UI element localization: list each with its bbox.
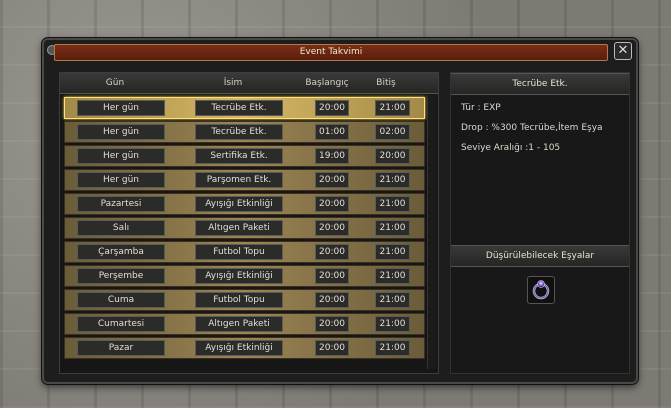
event-name: Ayışığı Etkinliği <box>195 268 283 284</box>
event-start: 20:00 <box>315 172 349 188</box>
header-day: Gün <box>105 78 125 88</box>
drops-header: Düşürülebilecek Eşyalar <box>451 245 629 267</box>
list-header: Gün İsim Başlangıç Bitiş <box>60 73 438 94</box>
event-calendar-window: Event Takvimi ✕ Gün İsim Başlangıç Bitiş… <box>42 38 638 384</box>
window-title: Event Takvimi <box>54 44 608 61</box>
event-day: Pazar <box>77 340 165 356</box>
detail-title: Tecrübe Etk. <box>451 73 629 95</box>
list-scrollbar[interactable] <box>427 95 436 369</box>
event-start: 20:00 <box>315 268 349 284</box>
header-start: Başlangıç <box>305 78 349 88</box>
event-list: Gün İsim Başlangıç Bitiş Her gün Tecrübe… <box>59 72 439 374</box>
event-end: 21:00 <box>375 172 410 188</box>
event-day: Çarşamba <box>77 244 165 260</box>
event-name: Futbol Topu <box>195 244 283 260</box>
event-end: 21:00 <box>375 220 410 236</box>
event-end: 20:00 <box>375 148 410 164</box>
event-end: 21:00 <box>375 268 410 284</box>
event-name: Ayışığı Etkinliği <box>195 196 283 212</box>
event-row[interactable]: Çarşamba Futbol Topu 20:00 21:00 <box>64 241 425 263</box>
event-day: Her gün <box>77 124 165 140</box>
header-name: İsim <box>223 78 243 88</box>
event-name: Ayışığı Etkinliği <box>195 340 283 356</box>
event-end: 21:00 <box>375 292 410 308</box>
event-day: Salı <box>77 220 165 236</box>
event-start: 01:00 <box>315 124 349 140</box>
event-day: Her gün <box>77 172 165 188</box>
event-row[interactable]: Pazar Ayışığı Etkinliği 20:00 21:00 <box>64 337 425 359</box>
event-day: Her gün <box>77 148 165 164</box>
event-row[interactable]: Cuma Futbol Topu 20:00 21:00 <box>64 289 425 311</box>
ring-icon[interactable] <box>527 276 555 304</box>
event-day: Perşembe <box>77 268 165 284</box>
close-button[interactable]: ✕ <box>614 42 632 60</box>
event-start: 20:00 <box>315 292 349 308</box>
event-day: Cuma <box>77 292 165 308</box>
event-start: 19:00 <box>315 148 349 164</box>
detail-level-range: Seviye Aralığı :1 - 105 <box>461 143 561 153</box>
event-end: 02:00 <box>375 124 410 140</box>
event-name: Futbol Topu <box>195 292 283 308</box>
event-row[interactable]: Cumartesi Altıgen Paketi 20:00 21:00 <box>64 313 425 335</box>
event-day: Her gün <box>77 100 165 116</box>
event-name: Tecrübe Etk. <box>195 100 283 116</box>
event-row[interactable]: Perşembe Ayışığı Etkinliği 20:00 21:00 <box>64 265 425 287</box>
detail-drop: Drop : %300 Tecrübe,İtem Eşya <box>461 123 603 133</box>
event-start: 20:00 <box>315 340 349 356</box>
event-end: 21:00 <box>375 316 410 332</box>
event-end: 21:00 <box>375 100 410 116</box>
event-day: Pazartesi <box>77 196 165 212</box>
event-row[interactable]: Her gün Sertifika Etk. 19:00 20:00 <box>64 145 425 167</box>
event-start: 20:00 <box>315 316 349 332</box>
event-row[interactable]: Her gün Parşomen Etk. 20:00 21:00 <box>64 169 425 191</box>
header-end: Bitiş <box>376 78 396 88</box>
event-name: Altıgen Paketi <box>195 316 283 332</box>
event-row[interactable]: Salı Altıgen Paketi 20:00 21:00 <box>64 217 425 239</box>
event-day: Cumartesi <box>77 316 165 332</box>
event-detail-panel: Tecrübe Etk. Tür : EXP Drop : %300 Tecrü… <box>450 72 630 374</box>
event-row[interactable]: Her gün Tecrübe Etk. 01:00 02:00 <box>64 121 425 143</box>
event-end: 21:00 <box>375 244 410 260</box>
event-name: Sertifika Etk. <box>195 148 283 164</box>
event-row[interactable]: Her gün Tecrübe Etk. 20:00 21:00 <box>64 97 425 119</box>
event-start: 20:00 <box>315 220 349 236</box>
event-start: 20:00 <box>315 196 349 212</box>
event-end: 21:00 <box>375 340 410 356</box>
event-start: 20:00 <box>315 244 349 260</box>
event-end: 21:00 <box>375 196 410 212</box>
event-name: Tecrübe Etk. <box>195 124 283 140</box>
event-name: Parşomen Etk. <box>195 172 283 188</box>
event-name: Altıgen Paketi <box>195 220 283 236</box>
event-row[interactable]: Pazartesi Ayışığı Etkinliği 20:00 21:00 <box>64 193 425 215</box>
event-start: 20:00 <box>315 100 349 116</box>
detail-type: Tür : EXP <box>461 103 501 113</box>
